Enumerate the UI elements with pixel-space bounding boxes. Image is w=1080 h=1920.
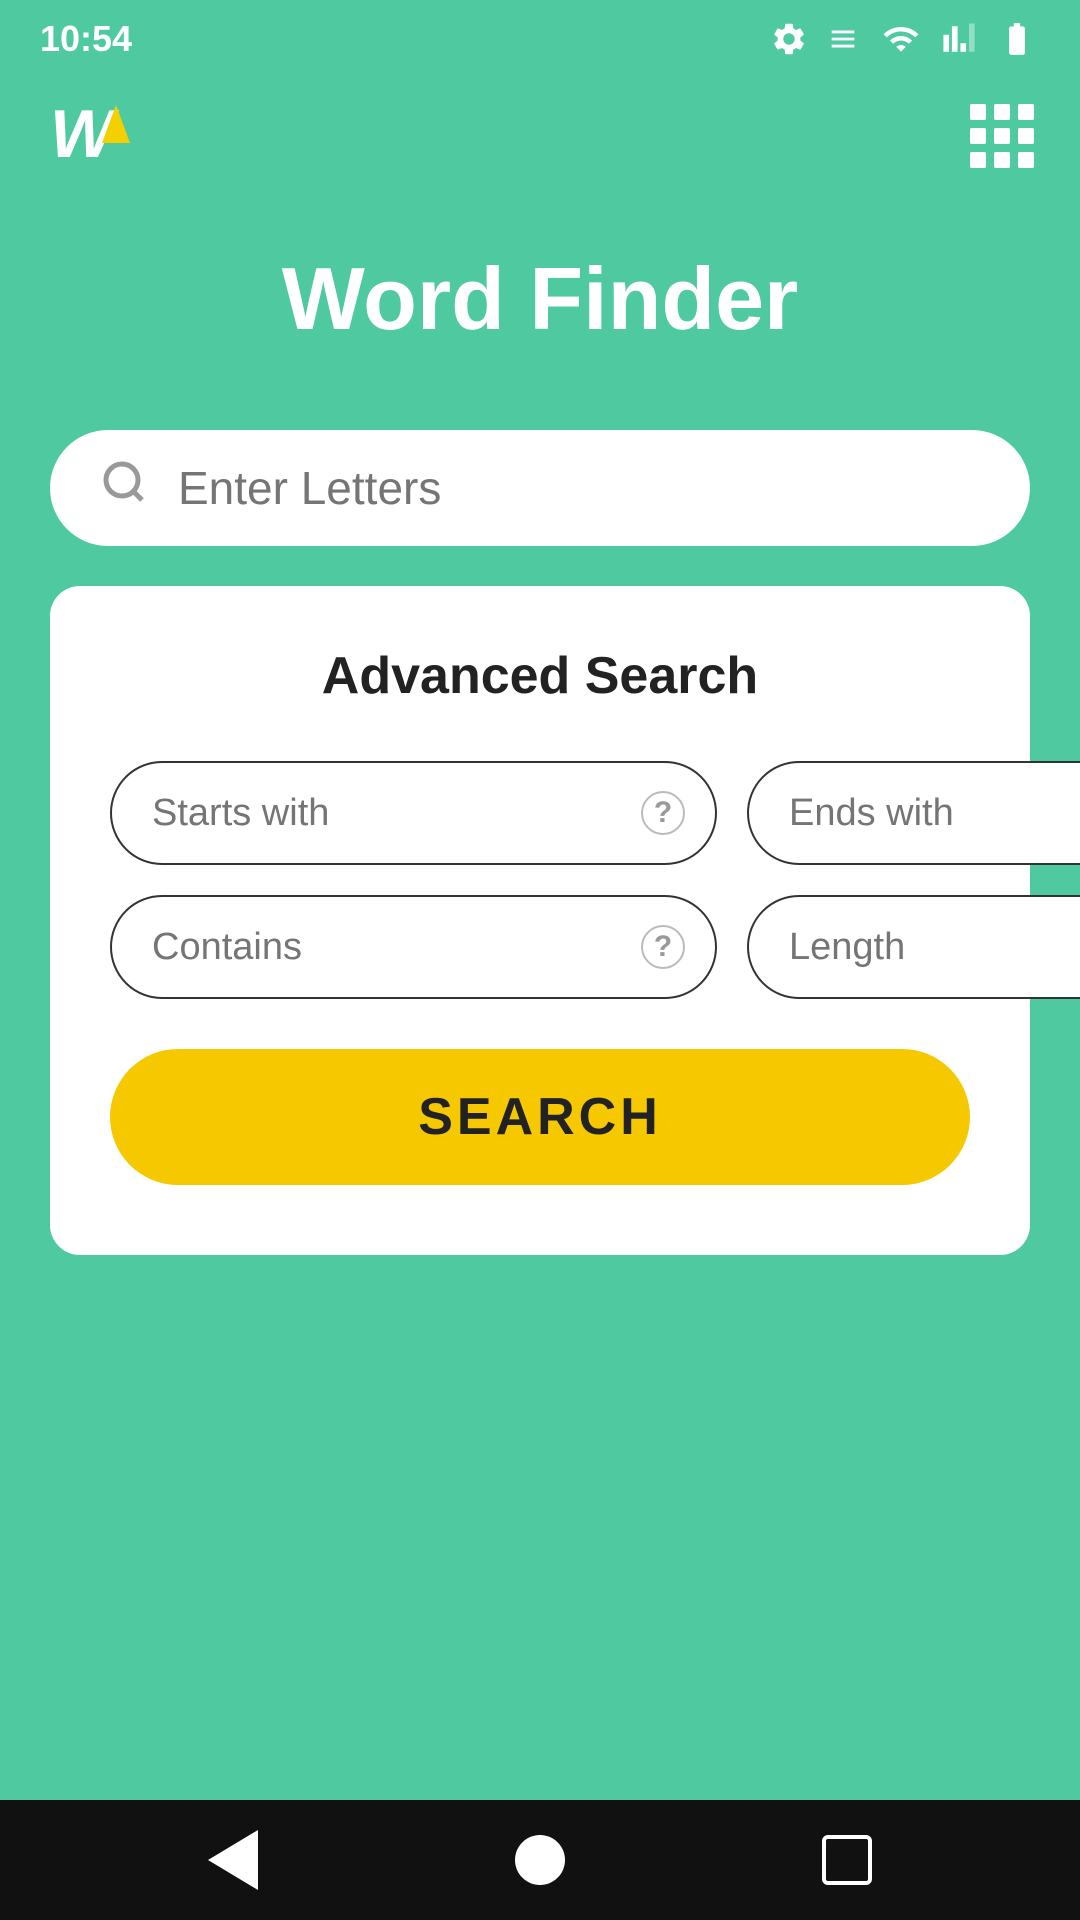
nav-recent-button[interactable]: [807, 1820, 887, 1900]
ends-with-input[interactable]: [789, 792, 1080, 835]
status-icons: [770, 20, 1040, 58]
search-button[interactable]: SEARCH: [110, 1049, 970, 1185]
grid-dot-4: [970, 128, 986, 144]
grid-dot-5: [994, 128, 1010, 144]
wifi-icon: [878, 20, 924, 58]
advanced-search-title: Advanced Search: [110, 646, 970, 706]
advanced-inputs-grid: ? ? ? ?: [110, 761, 970, 999]
grid-dot-2: [994, 104, 1010, 120]
ends-with-wrapper[interactable]: ?: [747, 761, 1080, 865]
grid-dot-7: [970, 152, 986, 168]
starts-with-input[interactable]: [152, 792, 641, 835]
logo-text: W: [50, 100, 110, 168]
length-input[interactable]: [789, 926, 1080, 969]
page-title: Word Finder: [282, 248, 799, 350]
grid-dot-1: [970, 104, 986, 120]
starts-with-help-icon[interactable]: ?: [641, 791, 685, 835]
nav-home-button[interactable]: [500, 1820, 580, 1900]
search-icon: [100, 458, 148, 518]
advanced-search-card: Advanced Search ? ? ?: [50, 586, 1030, 1255]
home-icon: [515, 1835, 565, 1885]
grid-dot-3: [1018, 104, 1034, 120]
logo: W: [50, 100, 130, 168]
contains-wrapper[interactable]: ?: [110, 895, 717, 999]
nav-back-button[interactable]: [193, 1820, 273, 1900]
grid-dot-6: [1018, 128, 1034, 144]
top-bar: W: [0, 80, 1080, 188]
grid-dot-9: [1018, 152, 1034, 168]
battery-icon: [994, 20, 1040, 58]
contains-help-icon[interactable]: ?: [641, 925, 685, 969]
signal-icon: [942, 20, 976, 58]
status-bar: 10:54: [0, 0, 1080, 70]
main-content: Word Finder Advanced Search ?: [0, 188, 1080, 1255]
storage-icon: [826, 20, 860, 58]
letters-input[interactable]: [178, 461, 980, 515]
length-wrapper[interactable]: ?: [747, 895, 1080, 999]
grid-menu-icon[interactable]: [970, 104, 1030, 164]
grid-dot-8: [994, 152, 1010, 168]
back-icon: [208, 1830, 258, 1890]
settings-icon: [770, 20, 808, 58]
starts-with-wrapper[interactable]: ?: [110, 761, 717, 865]
status-time: 10:54: [40, 18, 132, 60]
contains-input[interactable]: [152, 926, 641, 969]
recent-icon: [822, 1835, 872, 1885]
nav-bar: [0, 1800, 1080, 1920]
main-search-bar[interactable]: [50, 430, 1030, 546]
